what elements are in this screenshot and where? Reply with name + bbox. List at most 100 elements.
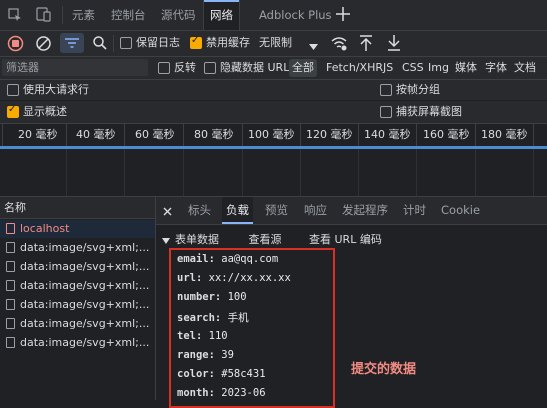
tab-elements[interactable]: 元素 [66,0,101,30]
form-data-section-header[interactable]: 表单数据 查看源 查看 URL 编码 [162,231,382,247]
detail-tab-response[interactable]: 响应 [300,197,331,224]
triangle-down-icon[interactable] [162,234,170,247]
form-field-color: color: #58c431 [177,368,266,380]
record-icon[interactable] [7,35,24,55]
field-key: range: [177,349,215,361]
disable-cache-label: 禁用缓存 [206,36,250,49]
settings-row-1: 使用大请求行 按帧分组 [0,80,547,100]
field-key: number: [177,291,222,303]
type-filter-media[interactable]: 媒体 [455,57,477,79]
request-row[interactable]: data:image/svg+xml;... [0,277,155,295]
capture-screenshots-checkbox[interactable] [380,106,392,118]
group-by-frame-checkbox[interactable] [380,84,392,96]
request-row-localhost[interactable]: localhost [0,220,155,238]
request-row[interactable]: data:image/svg+xml;... [0,315,155,333]
name-column-header[interactable]: 名称 [0,197,155,219]
field-key: tel: [177,330,203,342]
tick-label: 80 毫秒 [194,128,234,141]
detail-tab-initiator[interactable]: 发起程序 [338,197,392,224]
view-source-link[interactable]: 查看源 [249,233,282,246]
request-row[interactable]: data:image/svg+xml;... [0,258,155,276]
tick-line [300,124,301,146]
grid-line [358,149,359,196]
preserve-log-label: 保留日志 [136,36,180,49]
type-filter-all[interactable]: 全部 [289,59,317,77]
form-data-title: 表单数据 [175,233,219,246]
detail-tab-cookie[interactable]: Cookie [437,197,484,224]
request-name: data:image/svg+xml;... [20,298,150,311]
throttling-select[interactable]: 无限制 [259,32,292,54]
show-overview-checkbox[interactable] [7,104,19,118]
type-filter-img[interactable]: Img [428,57,449,79]
grid-line [183,149,184,196]
clear-icon[interactable] [35,35,52,55]
close-icon[interactable] [163,206,172,219]
detail-tab-timing[interactable]: 计时 [399,197,430,224]
request-row[interactable]: data:image/svg+xml;... [0,334,155,352]
chevron-down-icon[interactable] [309,40,318,53]
devtools-tab-bar: 元素 控制台 源代码 网络 Adblock Plus [0,0,547,31]
request-row[interactable]: data:image/svg+xml;... [0,239,155,257]
type-filter-css[interactable]: CSS [402,57,424,79]
network-conditions-icon[interactable] [330,35,348,54]
filter-bar: 筛选器 反转 隐藏数据 URL 全部 Fetch/XHR JS CSS Img … [0,57,547,80]
grid-line [533,149,534,196]
request-row[interactable]: data:image/svg+xml;... [0,296,155,314]
grid-line [242,149,243,196]
preserve-log-checkbox[interactable] [120,37,132,49]
timeline-overview[interactable] [0,149,547,197]
filter-input[interactable]: 筛选器 [2,59,148,76]
tab-adblock-plus[interactable]: Adblock Plus [253,0,338,30]
detail-tab-preview[interactable]: 预览 [261,197,292,224]
field-key: email: [177,253,215,265]
export-har-icon[interactable] [387,34,401,55]
image-file-icon [6,242,15,253]
device-toggle-icon[interactable] [36,7,52,25]
form-field-search: search: 手机 [177,310,249,325]
field-value: 110 [208,330,228,342]
detail-tab-payload[interactable]: 负载 [222,197,253,224]
tab-console[interactable]: 控制台 [105,0,152,30]
request-name: data:image/svg+xml;... [20,336,150,349]
view-url-encoded-link[interactable]: 查看 URL 编码 [309,233,382,246]
large-rows-label: 使用大请求行 [23,83,89,96]
image-file-icon [6,337,15,348]
field-key: url: [177,272,203,284]
type-filter-doc[interactable]: 文档 [514,57,536,79]
field-value: 100 [227,291,247,303]
type-filter-js[interactable]: JS [383,57,393,79]
type-filter-fetch-xhr[interactable]: Fetch/XHR [326,57,383,79]
capture-screenshots-label: 捕获屏幕截图 [396,105,462,118]
tab-network[interactable]: 网络 [203,0,240,30]
filter-icon[interactable] [60,33,84,53]
inspect-icon[interactable] [8,8,22,25]
filter-placeholder: 筛选器 [6,61,39,74]
large-rows-checkbox[interactable] [7,84,19,96]
import-har-icon[interactable] [359,34,373,55]
tick-label: 160 毫秒 [423,128,470,141]
tab-divider [62,6,63,24]
show-overview-label: 显示概述 [23,105,67,118]
tick-line [533,124,534,146]
type-filter-font[interactable]: 字体 [485,57,507,79]
form-field-url: url: xx://xx.xx.xx [177,272,291,284]
network-toolbar: 保留日志 禁用缓存 无限制 [0,31,547,57]
form-field-email: email: aa@qq.com [177,253,278,265]
toolbar-divider [113,35,114,52]
field-value: #58c431 [221,368,266,380]
request-name: data:image/svg+xml;... [20,317,150,330]
form-field-tel: tel: 110 [177,330,228,342]
tick-label: 100 毫秒 [248,128,295,141]
more-tabs-plus-icon[interactable] [335,5,351,26]
invert-checkbox[interactable] [158,62,170,74]
tick-label: 60 毫秒 [135,128,175,141]
search-icon[interactable] [92,35,108,54]
tick-line [2,124,3,146]
hide-data-urls-label: 隐藏数据 URL [220,61,290,74]
group-by-frame-label: 按帧分组 [396,83,440,96]
hide-data-urls-checkbox[interactable] [204,62,216,74]
tab-sources[interactable]: 源代码 [155,0,202,30]
detail-tab-headers[interactable]: 标头 [184,197,215,224]
disable-cache-checkbox[interactable] [190,35,202,49]
field-key: color: [177,368,215,380]
